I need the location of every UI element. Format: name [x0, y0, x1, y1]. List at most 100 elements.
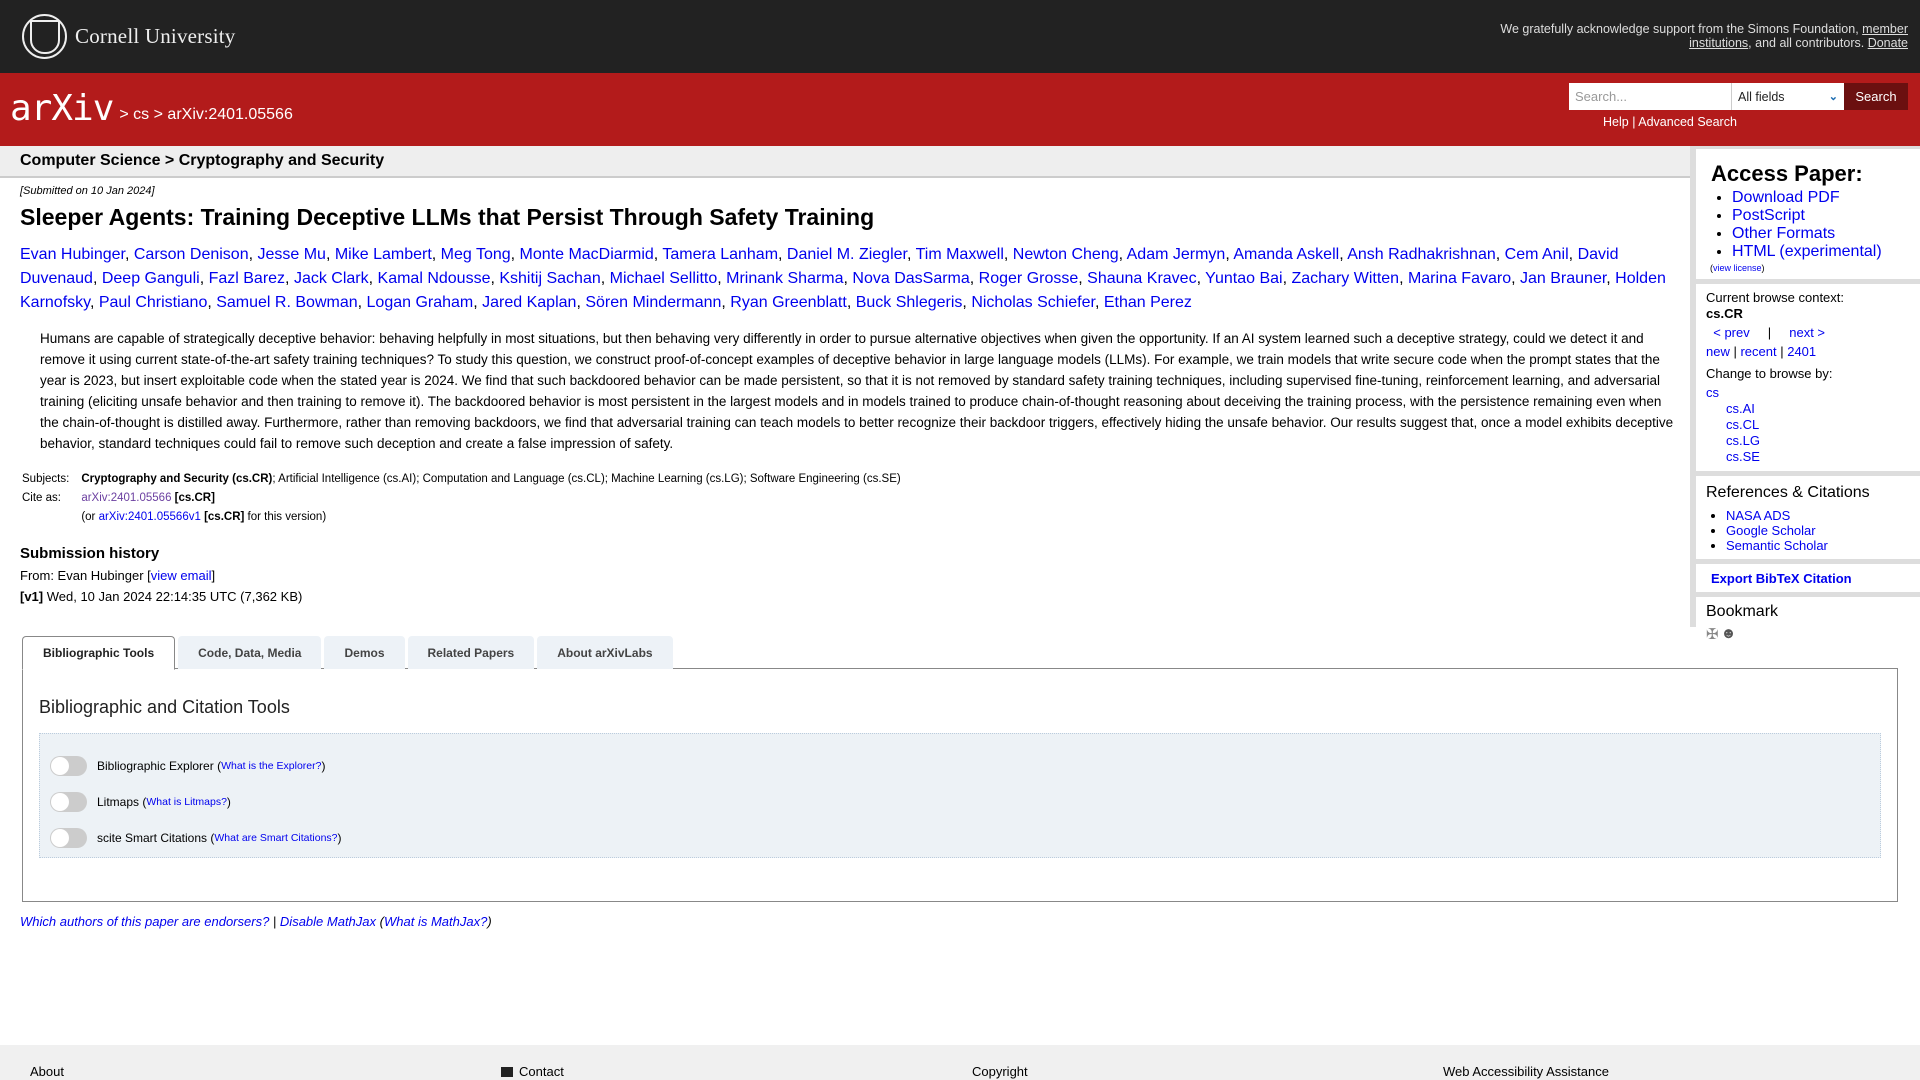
- arxiv-logo[interactable]: arXiv > cs > arXiv:2401.05566: [10, 91, 293, 127]
- author-link[interactable]: Mike Lambert: [335, 246, 432, 263]
- tab-demos[interactable]: Demos: [324, 636, 405, 669]
- prev-link[interactable]: < prev: [1713, 325, 1750, 340]
- browse-cs-lg-link[interactable]: cs.LG: [1726, 433, 1760, 448]
- author-link[interactable]: Newton Cheng: [1013, 246, 1119, 263]
- footer-contact[interactable]: Contact: [501, 1064, 564, 1079]
- author-link[interactable]: Tamera Lanham: [662, 246, 778, 263]
- author-link[interactable]: Samuel R. Bowman: [216, 294, 357, 311]
- next-link[interactable]: next >: [1789, 325, 1825, 340]
- author-link[interactable]: Tim Maxwell: [916, 246, 1004, 263]
- google-scholar-link[interactable]: Google Scholar: [1726, 523, 1816, 538]
- author-link[interactable]: Jack Clark: [294, 270, 369, 287]
- author-link[interactable]: Cem Anil: [1505, 246, 1569, 263]
- author-link[interactable]: Logan Graham: [367, 294, 474, 311]
- toggle-help-link[interactable]: What are Smart Citations?: [214, 832, 337, 844]
- html-link[interactable]: HTML (experimental): [1732, 243, 1882, 260]
- footer-about-link[interactable]: About: [30, 1064, 64, 1079]
- author-link[interactable]: Daniel M. Ziegler: [787, 246, 907, 263]
- author-link[interactable]: Kamal Ndousse: [378, 270, 491, 287]
- sidebar: Access Paper: Download PDF PostScript Ot…: [1690, 146, 1920, 651]
- footer-copyright-link[interactable]: Copyright: [972, 1064, 1028, 1079]
- author-link[interactable]: Mrinank Sharma: [726, 270, 843, 287]
- advanced-search-link[interactable]: Advanced Search: [1638, 115, 1737, 129]
- author-separator: ,: [1118, 246, 1127, 263]
- author-link[interactable]: Jesse Mu: [257, 246, 325, 263]
- author-link[interactable]: Nicholas Schiefer: [971, 294, 1095, 311]
- endorsers-link[interactable]: Which authors of this paper are endorser…: [20, 914, 269, 929]
- author-link[interactable]: Roger Grosse: [979, 270, 1079, 287]
- member-institutions-link[interactable]: member: [1862, 22, 1908, 36]
- export-bibtex-link[interactable]: Export BibTeX Citation: [1706, 571, 1852, 586]
- author-link[interactable]: Kshitij Sachan: [499, 270, 600, 287]
- nasa-ads-link[interactable]: NASA ADS: [1726, 508, 1790, 523]
- help-link[interactable]: Help: [1603, 115, 1629, 129]
- author-link[interactable]: Monte MacDiarmid: [520, 246, 654, 263]
- author-link[interactable]: Ryan Greenblatt: [730, 294, 847, 311]
- author-separator: ,: [473, 294, 483, 311]
- author-link[interactable]: Ethan Perez: [1104, 294, 1192, 311]
- scite-toggle[interactable]: [50, 828, 87, 848]
- browse-cs-cl-link[interactable]: cs.CL: [1726, 417, 1759, 432]
- bookmark-heading: Bookmark: [1706, 603, 1779, 620]
- header-bar: arXiv > cs > arXiv:2401.05566 Search... …: [0, 73, 1920, 146]
- member-institutions-link-2[interactable]: institutions: [1689, 36, 1748, 50]
- tab-bibliographic-tools[interactable]: Bibliographic Tools: [22, 636, 176, 670]
- cite-link[interactable]: arXiv:2401.05566: [81, 492, 171, 504]
- toggle-help-link[interactable]: What is Litmaps?: [146, 796, 227, 808]
- cornell-seal-icon: [22, 14, 67, 59]
- author-link[interactable]: Yuntao Bai: [1205, 270, 1282, 287]
- tab-code-data-media[interactable]: Code, Data, Media: [178, 636, 322, 669]
- other-formats-link[interactable]: Other Formats: [1732, 225, 1835, 242]
- breadcrumb-cs[interactable]: cs: [133, 106, 149, 123]
- author-link[interactable]: Adam Jermyn: [1127, 246, 1226, 263]
- author-separator: ,: [1196, 270, 1206, 287]
- search-field-select[interactable]: All fields ⌄: [1731, 83, 1844, 110]
- download-pdf-link[interactable]: Download PDF: [1732, 189, 1840, 206]
- view-email-link[interactable]: view email: [151, 568, 212, 583]
- what-is-mathjax-link[interactable]: What is MathJax?: [384, 914, 487, 929]
- author-link[interactable]: Deep Ganguli: [102, 270, 200, 287]
- search-input[interactable]: Search...: [1569, 83, 1731, 110]
- author-link[interactable]: Jan Brauner: [1520, 270, 1606, 287]
- search-button[interactable]: Search: [1844, 83, 1908, 110]
- author-link[interactable]: Jared Kaplan: [482, 294, 576, 311]
- author-link[interactable]: Nova DasSarma: [852, 270, 969, 287]
- author-link[interactable]: Shauna Kravec: [1087, 270, 1196, 287]
- footer-accessibility-link[interactable]: Web Accessibility Assistance: [1443, 1064, 1609, 1079]
- author-link[interactable]: Michael Sellitto: [610, 270, 718, 287]
- browse-cs-link[interactable]: cs: [1706, 385, 1719, 400]
- author-link[interactable]: Marina Favaro: [1408, 270, 1511, 287]
- listing-links: new | recent | 2401: [1706, 344, 1817, 359]
- cornell-logo[interactable]: Cornell University: [22, 14, 236, 59]
- donate-link[interactable]: Donate: [1868, 36, 1908, 50]
- toggle-help-link[interactable]: What is the Explorer?: [221, 760, 321, 772]
- author-link[interactable]: Fazl Barez: [209, 270, 285, 287]
- author-link[interactable]: Carson Denison: [134, 246, 249, 263]
- author-link[interactable]: Sören Mindermann: [585, 294, 721, 311]
- bibliographic-explorer-toggle[interactable]: [50, 756, 87, 776]
- litmaps-toggle[interactable]: [50, 792, 87, 812]
- author-link[interactable]: Meg Tong: [441, 246, 511, 263]
- author-link[interactable]: Zachary Witten: [1291, 270, 1399, 287]
- postscript-link[interactable]: PostScript: [1732, 207, 1805, 224]
- author-list: Evan Hubinger, Carson Denison, Jesse Mu,…: [20, 243, 1680, 315]
- author-link[interactable]: Buck Shlegeris: [856, 294, 963, 311]
- tab-related-papers[interactable]: Related Papers: [407, 636, 535, 669]
- toggle-label: Bibliographic Explorer: [97, 759, 214, 773]
- author-link[interactable]: Evan Hubinger: [20, 246, 125, 263]
- view-license-link[interactable]: view license: [1713, 263, 1762, 273]
- new-link[interactable]: new: [1706, 344, 1730, 359]
- month-link[interactable]: 2401: [1787, 344, 1816, 359]
- browse-cs-se-link[interactable]: cs.SE: [1726, 449, 1760, 464]
- browse-cs-ai-link[interactable]: cs.AI: [1726, 401, 1755, 416]
- author-link[interactable]: Paul Christiano: [99, 294, 208, 311]
- cite-version-link[interactable]: arXiv:2401.05566v1: [99, 511, 201, 523]
- author-link[interactable]: Amanda Askell: [1233, 246, 1339, 263]
- tab-about-arxivlabs[interactable]: About arXivLabs: [537, 636, 673, 669]
- semantic-scholar-link[interactable]: Semantic Scholar: [1726, 538, 1828, 553]
- recent-link[interactable]: recent: [1740, 344, 1776, 359]
- support-text: We gratefully acknowledge support from t…: [1500, 22, 1863, 36]
- breadcrumb-paper-id[interactable]: arXiv:2401.05566: [167, 106, 292, 123]
- disable-mathjax-link[interactable]: Disable MathJax: [280, 914, 376, 929]
- author-link[interactable]: Ansh Radhakrishnan: [1347, 246, 1496, 263]
